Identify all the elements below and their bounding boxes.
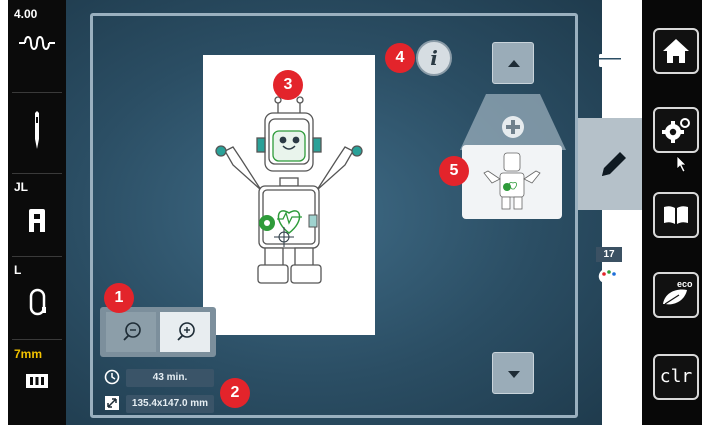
tab-edit[interactable] [578,118,642,210]
mouse-cursor-icon [676,155,687,173]
hoop-cell[interactable]: L [8,257,66,339]
arrow-down-icon [508,371,520,378]
setup-button[interactable] [653,107,699,153]
right-navigation-bar: eco clr [642,0,702,425]
pencil-icon [602,152,626,176]
embroidery-screen: 4.00 JL L 7mm i 43 min. 135.4x147.0 mm 1… [0,0,702,425]
arrow-up-icon [508,60,520,67]
presser-foot-icon [29,209,45,232]
badge-5: 5 [439,156,469,186]
hoop-icon [29,288,46,316]
color-count-badge: 17 [596,247,622,262]
zoom-out-icon [123,322,141,341]
left-status-bar: 4.00 JL L 7mm [8,0,66,425]
book-icon [664,206,688,224]
home-button[interactable] [653,28,699,74]
resize-icon [105,396,119,410]
needle-icon [35,111,39,149]
stitch-time-value: 43 min. [126,369,214,387]
needle-plate-cell[interactable]: 7mm [8,340,66,425]
needle-plate-icon [26,374,48,388]
design-preview-thumbnail[interactable] [462,145,562,219]
gear-icon [662,118,690,143]
home-icon [663,39,689,63]
design-info-box: 43 min. 135.4x147.0 mm [100,364,216,416]
clock-icon [104,369,120,385]
zoom-controls [100,307,216,357]
color-palette-icon[interactable] [597,266,621,286]
badge-2: 2 [220,378,250,408]
scroll-down-button[interactable] [492,352,534,394]
add-design-area[interactable] [458,92,568,152]
eco-label: eco [677,279,693,289]
needle-cell[interactable] [8,93,66,173]
robot-thumbnail-icon [483,152,541,210]
scroll-up-button[interactable] [492,42,534,84]
zoom-out-button[interactable] [106,312,156,352]
badge-1: 1 [104,283,134,313]
hoop-label: L [14,263,22,277]
design-size-value: 135.4x147.0 mm [126,395,214,413]
clear-button[interactable]: clr [653,354,699,400]
presser-foot-cell[interactable]: JL [8,174,66,256]
zoom-in-button[interactable] [160,312,210,352]
info-button[interactable]: i [416,40,452,76]
stitch-length-cell[interactable]: 4.00 [8,0,66,92]
needle-size-label: 7mm [14,347,43,361]
info-label: i [430,46,438,70]
presser-foot-label: JL [14,180,29,194]
stitch-length-value: 4.00 [14,7,38,21]
badge-4: 4 [385,43,415,73]
clr-label: clr [659,366,693,387]
needle-stitch-icon[interactable] [598,357,622,391]
eco-button[interactable]: eco [653,272,699,318]
zoom-in-icon [177,322,195,341]
briefcase-icon[interactable] [598,50,622,68]
tutorial-button[interactable] [653,192,699,238]
badge-3: 3 [273,70,303,100]
stitch-pattern-icon [19,36,55,50]
